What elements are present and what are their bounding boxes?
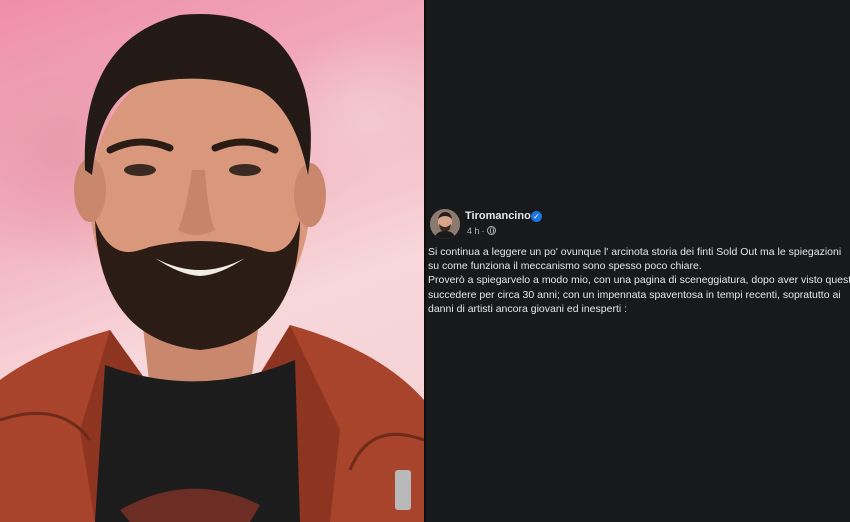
post-text-line: danni di artisti ancora giovani ed inesp… [428, 302, 628, 315]
facebook-post: Tiromancino ✓ 4 h · Si continua a leggere… [426, 0, 850, 522]
author-name[interactable]: Tiromancino [465, 210, 531, 222]
globe-icon[interactable] [486, 226, 496, 235]
meta-separator: · [481, 226, 485, 236]
post-header: Tiromancino ✓ 4 h · [430, 208, 850, 240]
portrait-illustration [0, 13, 424, 522]
author-avatar[interactable] [430, 209, 460, 239]
post-body: Si continua a leggere un po' ovunque l' … [428, 245, 850, 316]
portrait-photo [0, 0, 424, 522]
post-text-line: Si continua a leggere un po' ovunque l' … [428, 246, 842, 258]
avatar-image [430, 209, 460, 239]
post-meta: 4 h · [467, 226, 496, 236]
post-text-line: su come funziona il meccanismo sono spes… [428, 260, 702, 273]
verified-badge-icon: ✓ [531, 211, 542, 222]
post-time[interactable]: 4 h [467, 226, 480, 236]
post-text-line: succedere per circa 30 anni; con un impe… [428, 288, 841, 301]
post-text-line: Proverò a spiegarvelo a modo mio, con un… [428, 274, 850, 287]
